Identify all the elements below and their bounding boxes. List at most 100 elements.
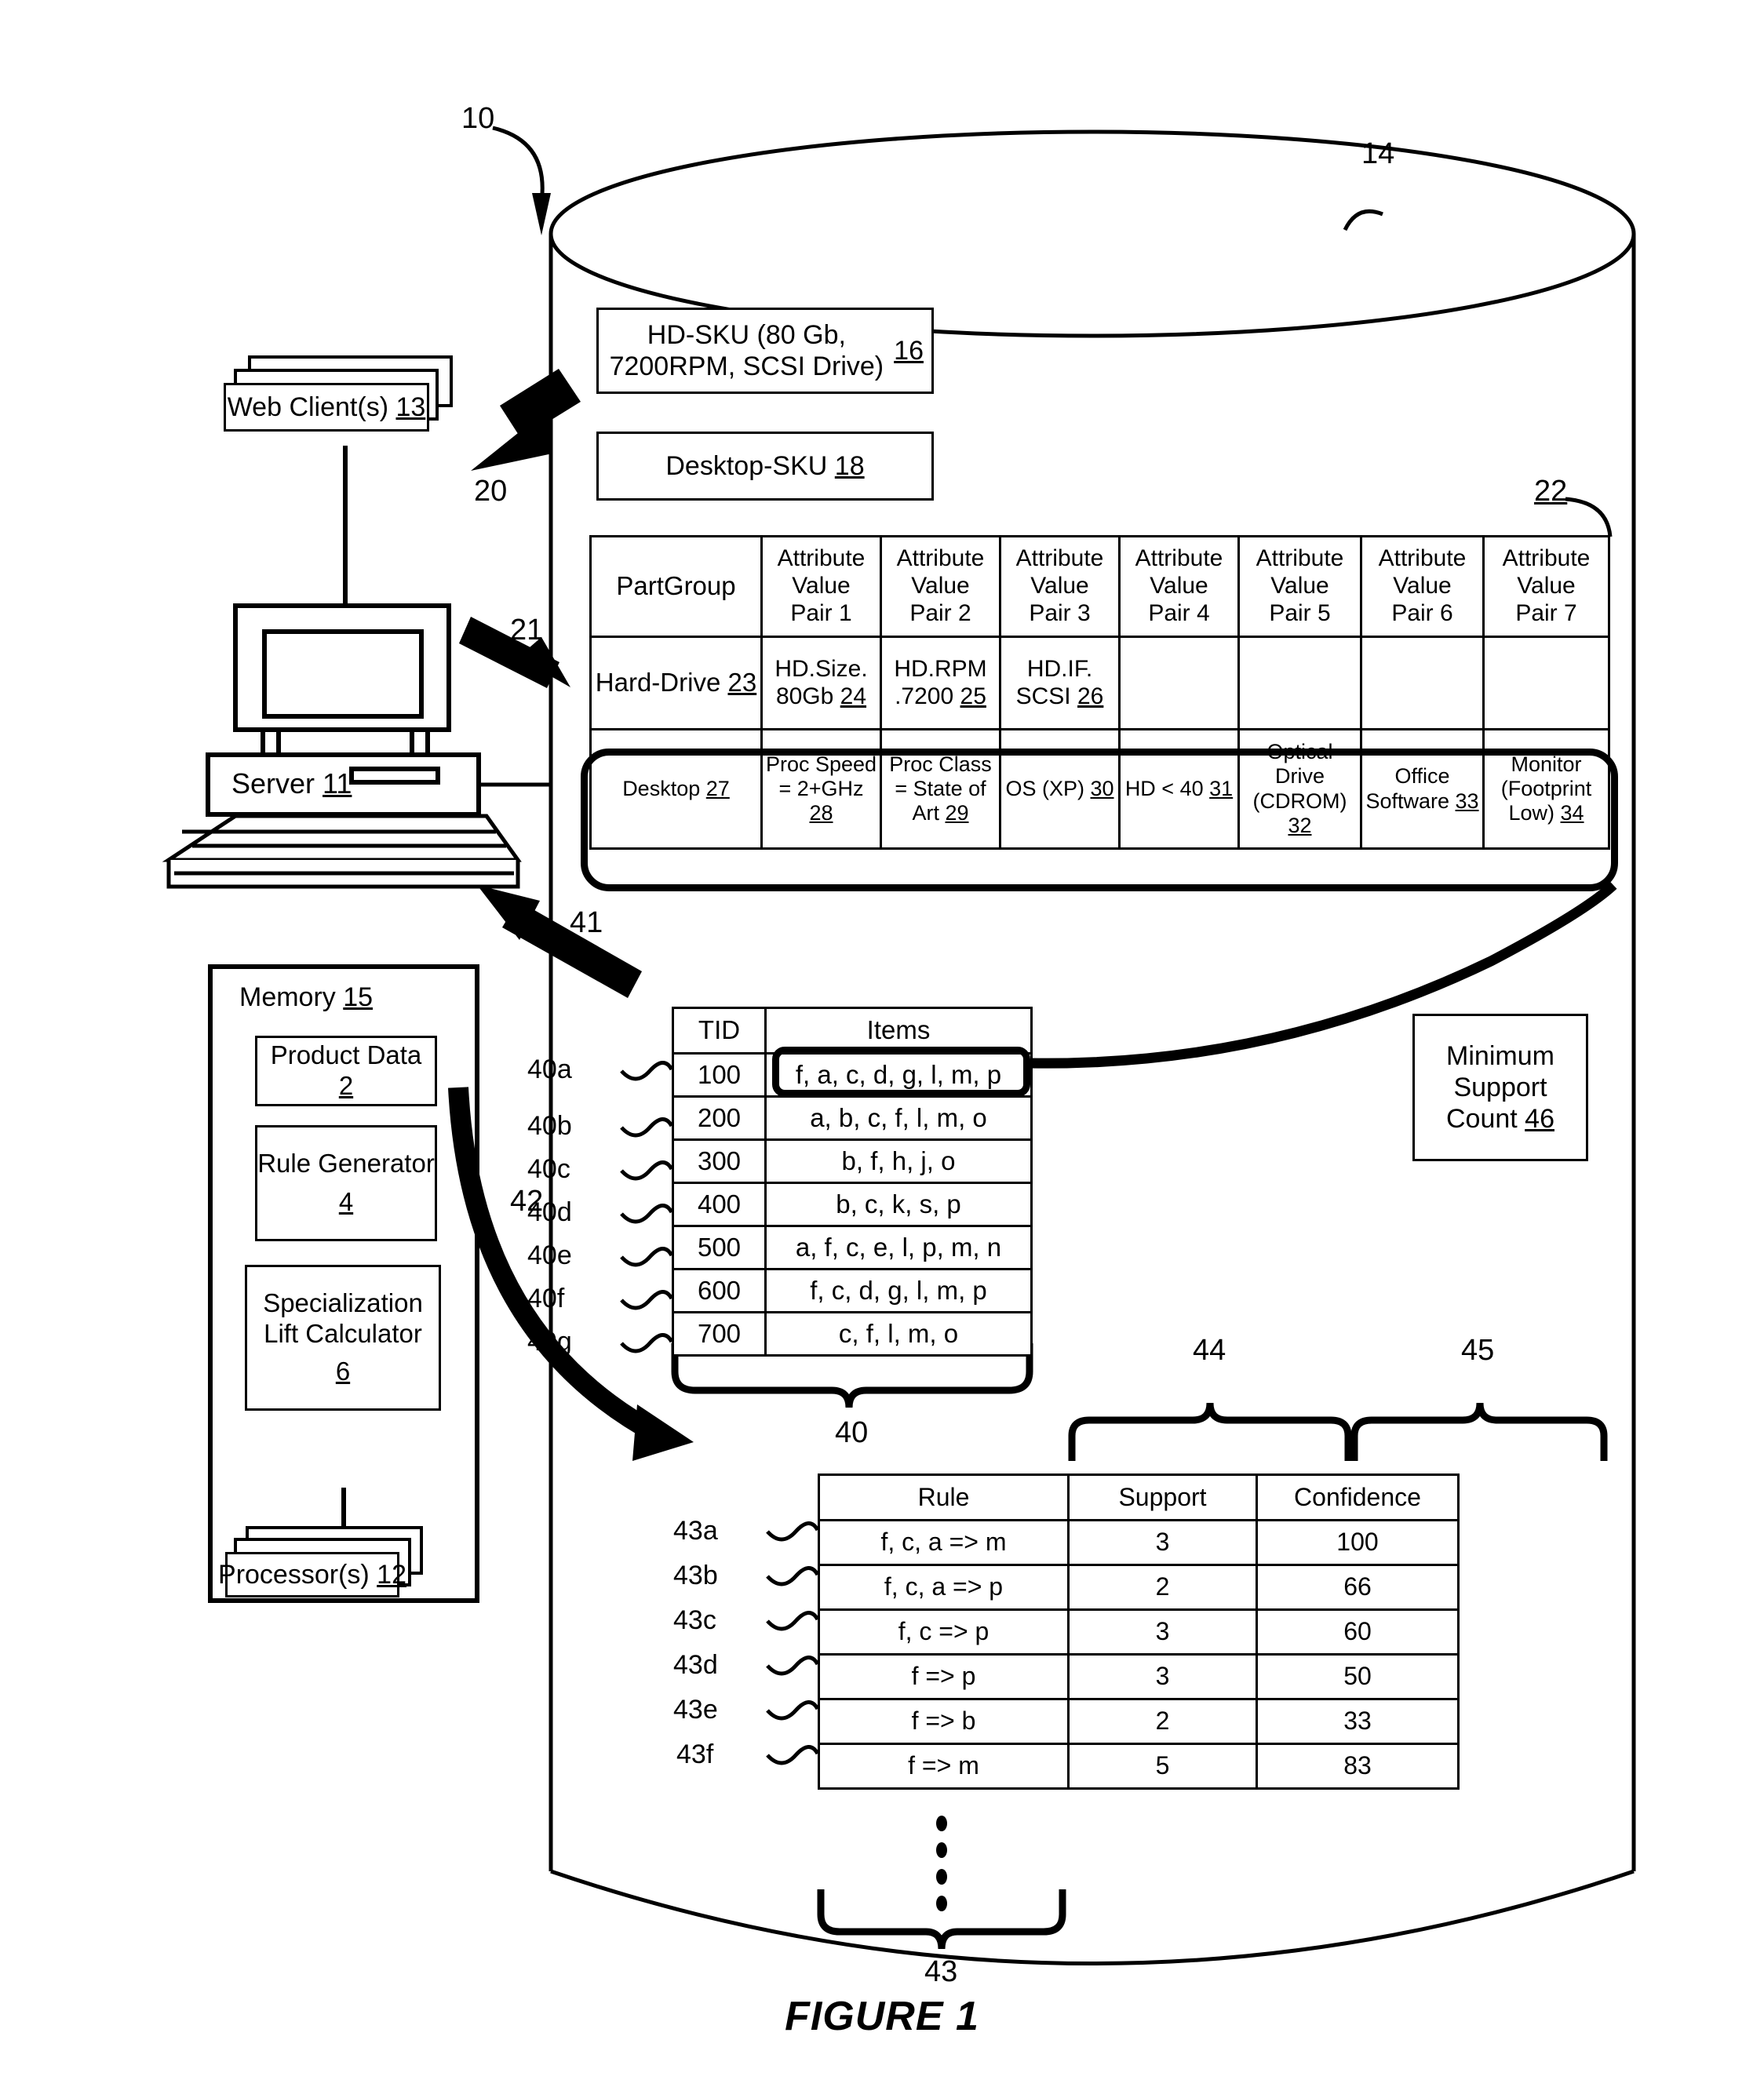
items-value: c, f, l, m, o (764, 1311, 1033, 1357)
desktop-ref: 27 (705, 776, 730, 800)
cell-os: OS (XP) 30 (999, 728, 1121, 850)
header-avp-5-l2: Value (1270, 573, 1329, 599)
hd-lt-40-ref: 31 (1209, 776, 1234, 800)
ref-40e-label: 40e (527, 1240, 572, 1270)
cell-partgroup-hard-drive: Hard-Drive 23 (589, 636, 763, 730)
support-value: 3 (1067, 1519, 1258, 1566)
confidence-value: 50 (1256, 1653, 1460, 1700)
ref-40d-label: 40d (527, 1197, 572, 1227)
rules-continuation-ellipsis (928, 1805, 956, 1922)
ref-14-leader (1343, 209, 1383, 231)
ref-45-label: 45 (1461, 1334, 1495, 1367)
header-avp-2: Attribute Value Pair 2 (880, 535, 1001, 638)
figure-caption: FIGURE 1 (785, 1994, 979, 2039)
ref-43c-label: 43c (673, 1605, 716, 1635)
server-monitor (233, 603, 451, 757)
memory-module-2-label: Specialization Lift Calculator (263, 1288, 423, 1348)
header-tid: TID (672, 1007, 767, 1055)
hd-sku-box[interactable]: HD-SKU (80 Gb, 7200RPM, SCSI Drive) 16 (596, 308, 934, 394)
tid-value: 600 (672, 1268, 767, 1313)
rule-value: f, c, a => p (818, 1564, 1070, 1611)
ref-10-arrowhead (532, 193, 551, 235)
header-rule: Rule (818, 1473, 1070, 1521)
tid-value: 200 (672, 1095, 767, 1141)
header-partgroup-text: PartGroup (616, 571, 736, 601)
optical-drive-text: Optical Drive (CDROM) (1252, 739, 1347, 813)
rules-table-row: f, c, a => m 3 100 (818, 1519, 1460, 1566)
memory-module-product-data[interactable]: Product Data 2 (255, 1036, 437, 1106)
header-avp-5-l3: Pair 5 (1269, 599, 1331, 626)
ref-40a-label: 40a (527, 1055, 572, 1084)
memory-module-0-ref: 2 (338, 1071, 354, 1100)
hd-if-ref: 26 (1077, 683, 1104, 709)
tid-value: 700 (672, 1311, 767, 1357)
proc-speed-text: Proc Speed = 2+GHz (765, 752, 877, 800)
rule-value: f => p (818, 1653, 1070, 1700)
cell-hd-if: HD.IF. SCSI 26 (999, 636, 1121, 730)
ref-22-label: 22 (1534, 475, 1568, 508)
cell-proc-speed: Proc Speed = 2+GHz 28 (760, 728, 882, 850)
ref-21-label: 21 (510, 614, 544, 647)
brace-45 (1350, 1402, 1608, 1461)
confidence-value: 33 (1256, 1698, 1460, 1745)
attribute-table-row-desktop: Desktop 27 Proc Speed = 2+GHz 28 Proc Cl… (589, 728, 1610, 850)
header-avp-7-l2: Value (1517, 573, 1576, 599)
hd-sku-ref: 16 (894, 335, 924, 366)
minimum-support-count-box[interactable]: Minimum Support Count 46 (1412, 1014, 1588, 1161)
tid-value: 100 (672, 1052, 767, 1098)
memory-module-0-label: Product Data (270, 1040, 422, 1070)
confidence-value: 100 (1256, 1519, 1460, 1566)
ref-43f-label: 43f (676, 1739, 714, 1769)
desktop-text: Desktop (622, 776, 701, 800)
header-avp-6-l3: Pair 6 (1391, 599, 1453, 626)
transaction-row: 500 a, f, c, e, l, p, m, n (672, 1225, 1033, 1270)
memory-module-2-ref: 6 (335, 1357, 351, 1386)
desktop-sku-box[interactable]: Desktop-SKU 18 (596, 432, 934, 501)
ref-40g-label: 40g (527, 1327, 572, 1357)
rule-value: f => m (818, 1743, 1070, 1790)
hard-drive-text: Hard-Drive (595, 668, 721, 698)
header-avp-3-l3: Pair 3 (1029, 599, 1091, 626)
optical-drive-ref: 32 (1288, 813, 1312, 837)
processor-label: Processor(s) (218, 1559, 370, 1590)
hd-size-ref: 24 (840, 683, 867, 709)
processor-ref: 12 (377, 1559, 406, 1590)
tid-value: 300 (672, 1138, 767, 1184)
header-avp-5-l1: Attribute (1256, 545, 1344, 572)
transaction-100-items-highlight-ring (772, 1047, 1030, 1097)
ref-40f-label: 40f (527, 1284, 565, 1313)
ref-43-label: 43 (924, 1955, 958, 1988)
transaction-row: 600 f, c, d, g, l, m, p (672, 1268, 1033, 1313)
database-cylinder-top (549, 129, 1636, 338)
support-value: 3 (1067, 1653, 1258, 1700)
memory-module-rule-generator[interactable]: Rule Generator 4 (255, 1125, 437, 1241)
web-clients-box[interactable]: Web Client(s) 13 (224, 383, 429, 432)
header-support: Support (1067, 1473, 1258, 1521)
server-ref: 11 (323, 767, 352, 800)
web-clients-ref: 13 (395, 392, 426, 422)
header-partgroup: PartGroup (589, 535, 763, 638)
header-avp-5: Attribute Value Pair 5 (1237, 535, 1362, 638)
cell-hd-rpm: HD.RPM .7200 25 (880, 636, 1001, 730)
min-support-ref: 46 (1525, 1104, 1554, 1135)
support-value: 2 (1067, 1564, 1258, 1611)
server-label: Server (231, 767, 315, 800)
ref-43b-label: 43b (673, 1561, 718, 1590)
memory-ref: 15 (343, 982, 374, 1012)
hd-rpm-ref: 25 (960, 683, 986, 709)
cell-optical-drive: Optical Drive (CDROM) 32 (1237, 728, 1362, 850)
support-value: 2 (1067, 1698, 1258, 1745)
header-confidence: Confidence (1256, 1473, 1460, 1521)
arrow-20 (471, 369, 581, 471)
memory-title-group: Memory 15 (239, 982, 373, 1013)
header-avp-4-l2: Value (1150, 573, 1208, 599)
header-avp-3: Attribute Value Pair 3 (999, 535, 1121, 638)
ref-20-label: 20 (474, 475, 508, 508)
min-support-line-3: Count 46 (1446, 1103, 1554, 1135)
processor-box[interactable]: Processor(s) 12 (218, 1552, 406, 1597)
ref-43a-label: 43a (673, 1516, 718, 1546)
proc-class-text: Proc Class = State of Art (889, 752, 992, 825)
ref-44-label: 44 (1193, 1334, 1226, 1367)
header-avp-2-l1: Attribute (896, 545, 985, 572)
memory-module-specialization-lift-calculator[interactable]: Specialization Lift Calculator 6 (245, 1265, 441, 1411)
